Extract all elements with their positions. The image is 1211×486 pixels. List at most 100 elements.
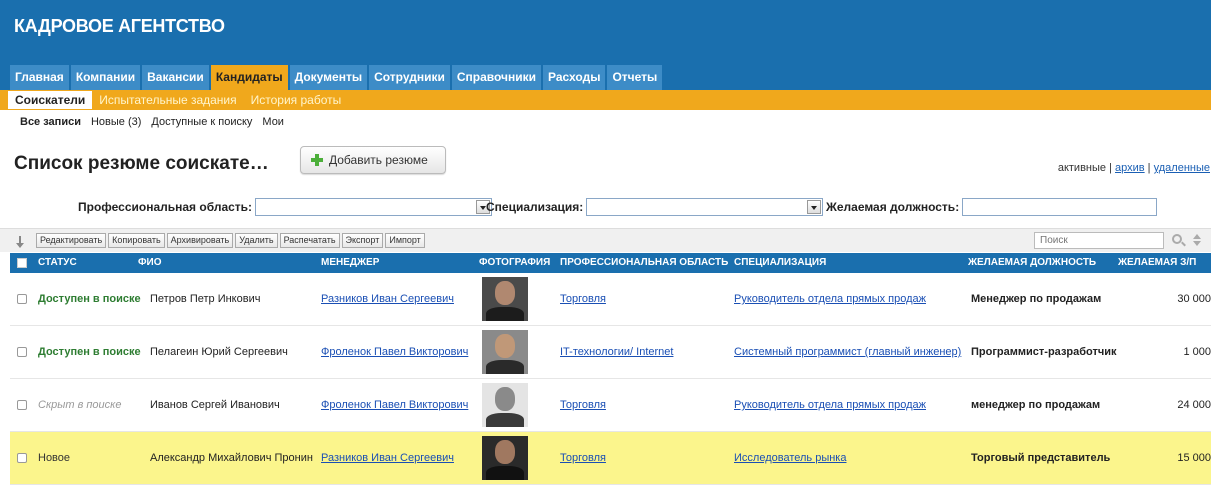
row-checkbox[interactable] bbox=[17, 347, 27, 357]
view-links: активные | архив | удаленные bbox=[1058, 162, 1210, 174]
prof-area-label: Профессиональная область: bbox=[78, 200, 253, 214]
archive-button[interactable]: Архивировать bbox=[166, 233, 234, 248]
tab-reports[interactable]: Отчеты bbox=[607, 65, 663, 90]
prof-area-select[interactable] bbox=[255, 198, 493, 216]
photo-head bbox=[495, 281, 515, 305]
cell-position-wrap: менеджер по продажам bbox=[971, 379, 1121, 432]
tab-vacancies[interactable]: Вакансии bbox=[142, 65, 209, 90]
filter-all[interactable]: Все записи bbox=[20, 116, 81, 128]
candidate-photo[interactable] bbox=[482, 436, 528, 480]
sort-icon[interactable] bbox=[16, 236, 24, 248]
subtab-applicants[interactable]: Соискатели bbox=[8, 91, 93, 109]
col-photo[interactable]: ФОТОГРАФИЯ bbox=[479, 253, 550, 273]
table-header: СТАТУС ФИО МЕНЕДЖЕР ФОТОГРАФИЯ ПРОФЕССИО… bbox=[10, 253, 1211, 273]
grid-toolbar: Редактировать Копировать Архивировать Уд… bbox=[0, 228, 1211, 252]
candidate-photo[interactable] bbox=[482, 330, 528, 374]
cell-manager-link[interactable]: Разников Иван Сергеевич bbox=[321, 452, 454, 464]
cell-position: Менеджер по продажам bbox=[971, 293, 1102, 305]
table-row[interactable]: Скрыт в поиске Иванов Сергей Иванович Фрол… bbox=[10, 379, 1211, 432]
tab-main[interactable]: Главная bbox=[10, 65, 69, 90]
col-name[interactable]: ФИО bbox=[138, 253, 162, 273]
cell-salary: 15 000 bbox=[1177, 452, 1211, 464]
app-header: КАДРОВОЕ АГЕНТСТВО Главная Компании Вака… bbox=[0, 0, 1211, 90]
main-nav: Главная Компании Вакансии Кандидаты Доку… bbox=[10, 65, 664, 90]
cell-prof-area-link[interactable]: Торговля bbox=[560, 452, 606, 464]
cell-position: Программист-разработчик bbox=[971, 346, 1117, 358]
grid-search-input[interactable] bbox=[1034, 232, 1164, 249]
col-manager[interactable]: МЕНЕДЖЕР bbox=[321, 253, 379, 273]
delete-button[interactable]: Удалить bbox=[235, 233, 278, 248]
cell-manager-link[interactable]: Фроленок Павел Викторович bbox=[321, 399, 468, 411]
subtab-test-tasks[interactable]: Испытательные задания bbox=[92, 91, 243, 109]
cell-status-wrap: Доступен в поиске bbox=[38, 273, 150, 326]
cell-manager-link-wrap: Разников Иван Сергеевич bbox=[321, 273, 479, 326]
cell-manager-link[interactable]: Разников Иван Сергеевич bbox=[321, 293, 454, 305]
tab-references[interactable]: Справочники bbox=[451, 65, 542, 90]
cell-name: Александр Михайлович Пронин bbox=[150, 452, 313, 464]
edit-button[interactable]: Редактировать bbox=[36, 233, 107, 248]
cell-specialization-link[interactable]: Руководитель отдела прямых продаж bbox=[734, 399, 926, 411]
cell-status: Доступен в поиске bbox=[38, 293, 141, 305]
table-row[interactable]: Доступен в поиске Пелагеин Юрий Сергеевич… bbox=[10, 326, 1211, 379]
cell-specialization-link[interactable]: Исследователь рынка bbox=[734, 452, 846, 464]
cell-specialization-link[interactable]: Руководитель отдела прямых продаж bbox=[734, 293, 926, 305]
row-checkbox[interactable] bbox=[17, 400, 27, 410]
filter-mine[interactable]: Мои bbox=[262, 116, 284, 128]
sort-toggle-icon[interactable] bbox=[1193, 233, 1201, 247]
photo-body bbox=[486, 360, 524, 374]
record-filters: Все записи Новые (3) Доступные к поиску … bbox=[20, 116, 284, 128]
tab-candidates[interactable]: Кандидаты bbox=[210, 65, 288, 90]
candidate-photo[interactable] bbox=[482, 383, 528, 427]
page-title: Список резюме соискате… bbox=[14, 153, 269, 174]
view-deleted[interactable]: удаленные bbox=[1154, 162, 1210, 174]
tab-companies[interactable]: Компании bbox=[70, 65, 141, 90]
cell-position-wrap: Менеджер по продажам bbox=[971, 273, 1121, 326]
candidate-photo[interactable] bbox=[482, 277, 528, 321]
view-sep-1: | bbox=[1106, 162, 1116, 174]
col-salary[interactable]: ЖЕЛАЕМАЯ З/П bbox=[1118, 253, 1211, 273]
cell-manager-link-wrap: Разников Иван Сергеевич bbox=[321, 432, 479, 485]
cell-manager-link[interactable]: Фроленок Павел Викторович bbox=[321, 346, 468, 358]
cell-position-wrap: Торговый представитель bbox=[971, 432, 1121, 485]
col-prof-area[interactable]: ПРОФЕССИОНАЛЬНАЯ ОБЛАСТЬ bbox=[560, 253, 728, 273]
spec-select[interactable] bbox=[586, 198, 824, 216]
col-specialization[interactable]: СПЕЦИАЛИЗАЦИЯ bbox=[734, 253, 826, 273]
cell-name-wrap: Иванов Сергей Иванович bbox=[150, 379, 322, 432]
tab-documents[interactable]: Документы bbox=[289, 65, 368, 90]
select-all-checkbox[interactable] bbox=[17, 258, 27, 268]
cell-name-wrap: Пелагеин Юрий Сергеевич bbox=[150, 326, 322, 379]
cell-salary: 24 000 bbox=[1177, 399, 1211, 411]
view-active[interactable]: активные bbox=[1058, 162, 1106, 174]
cell-prof-area-link-wrap: Торговля bbox=[560, 273, 732, 326]
export-button[interactable]: Экспорт bbox=[341, 233, 384, 248]
position-input[interactable] bbox=[962, 198, 1158, 216]
tab-employees[interactable]: Сотрудники bbox=[369, 65, 450, 90]
cell-manager-link-wrap: Фроленок Павел Викторович bbox=[321, 379, 479, 432]
search-icon[interactable] bbox=[1172, 234, 1182, 244]
chevron-down-icon[interactable] bbox=[807, 200, 822, 214]
tab-expenses[interactable]: Расходы bbox=[543, 65, 606, 90]
cell-salary-wrap: 24 000 bbox=[1121, 379, 1211, 432]
add-resume-button[interactable]: Добавить резюме bbox=[300, 146, 446, 174]
cell-prof-area-link[interactable]: Торговля bbox=[560, 293, 606, 305]
print-button[interactable]: Распечатать bbox=[279, 233, 340, 248]
filter-new[interactable]: Новые (3) bbox=[91, 116, 141, 128]
import-button[interactable]: Импорт bbox=[385, 233, 425, 248]
cell-specialization-link-wrap: Исследователь рынка bbox=[734, 432, 970, 485]
subtab-work-history[interactable]: История работы bbox=[244, 91, 349, 109]
row-checkbox[interactable] bbox=[17, 453, 27, 463]
filter-searchable[interactable]: Доступные к поиску bbox=[151, 116, 252, 128]
col-status[interactable]: СТАТУС bbox=[38, 253, 77, 273]
row-checkbox[interactable] bbox=[17, 294, 27, 304]
cell-prof-area-link[interactable]: Торговля bbox=[560, 399, 606, 411]
spec-search: Специализация: bbox=[486, 198, 824, 216]
cell-prof-area-link[interactable]: IT-технологии/ Internet bbox=[560, 346, 673, 358]
view-archive[interactable]: архив bbox=[1115, 162, 1145, 174]
cell-position-wrap: Программист-разработчик bbox=[971, 326, 1121, 379]
col-position[interactable]: ЖЕЛАЕМАЯ ДОЛЖНОСТЬ bbox=[968, 253, 1096, 273]
cell-specialization-link-wrap: Руководитель отдела прямых продаж bbox=[734, 379, 970, 432]
copy-button[interactable]: Копировать bbox=[108, 233, 165, 248]
table-row[interactable]: Новое Александр Михайлович Пронин Разников… bbox=[10, 432, 1211, 485]
table-row[interactable]: Доступен в поиске Петров Петр Инкович Разн… bbox=[10, 273, 1211, 326]
cell-specialization-link[interactable]: Системный программист (главный инженер) bbox=[734, 346, 961, 358]
